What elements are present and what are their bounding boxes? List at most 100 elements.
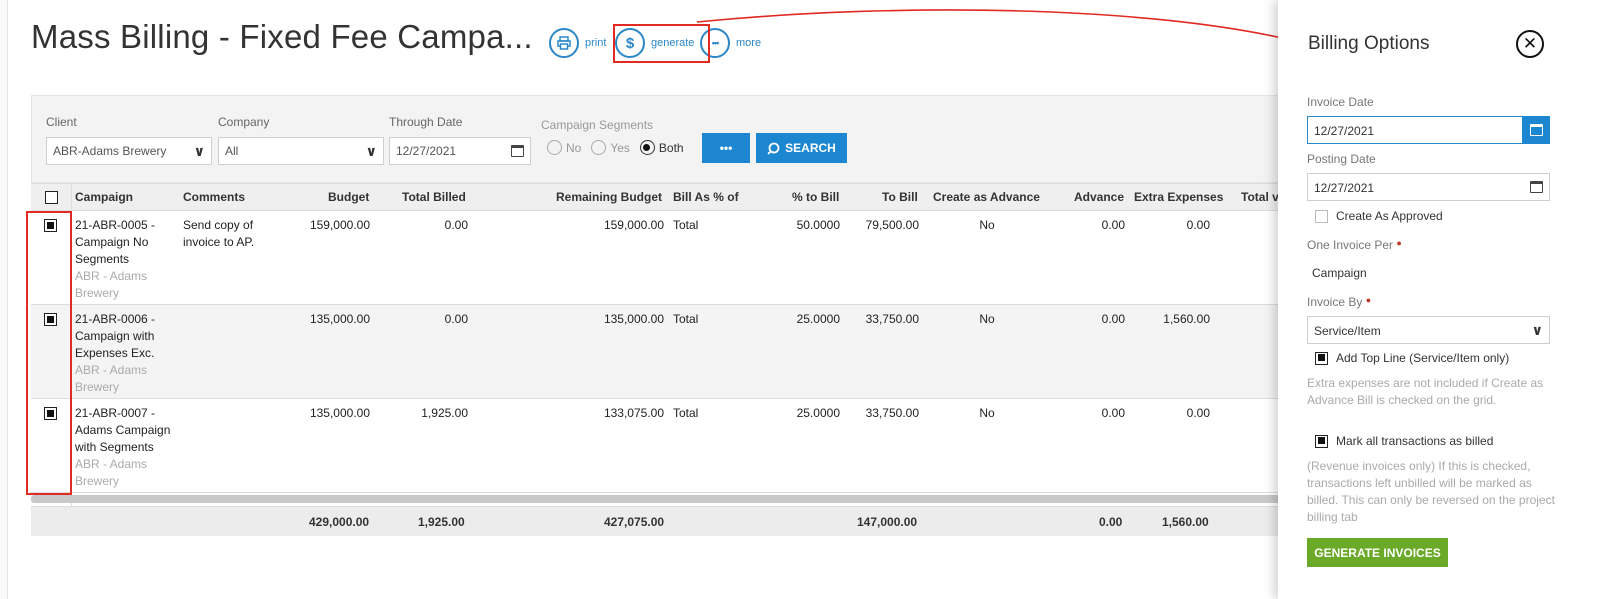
more-label: more <box>736 37 762 49</box>
pct-to-bill-cell[interactable]: 25.0000 <box>771 405 840 422</box>
print-label: print <box>585 37 607 49</box>
through-date-input[interactable]: 12/27/2021 <box>389 137 531 165</box>
posting-date-input[interactable]: 12/27/2021 <box>1307 173 1550 201</box>
pct-to-bill-cell[interactable]: 50.0000 <box>771 217 840 234</box>
mark-billed-label: Mark all transactions as billed <box>1336 434 1494 448</box>
col-extra-expenses[interactable]: Extra Expenses <box>1134 190 1223 204</box>
add-top-line-label: Add Top Line (Service/Item only) <box>1336 351 1510 365</box>
create-as-approved-checkbox[interactable] <box>1315 209 1328 223</box>
radio-label: Both <box>658 140 684 155</box>
col-remaining-budget[interactable]: Remaining Budget <box>556 190 662 204</box>
horizontal-scrollbar[interactable] <box>31 495 1301 503</box>
extra-expenses-cell: 1,560.00 <box>1163 312 1210 326</box>
client-label: Client <box>46 115 77 129</box>
company-select[interactable]: All ∨ <box>218 137 384 165</box>
budget-cell: 159,000.00 <box>309 218 370 232</box>
billing-grid: Campaign Comments Budget Total Billed Re… <box>31 183 1301 536</box>
col-total[interactable]: Total v <box>1241 190 1279 204</box>
posting-date-label: Posting Date <box>1307 152 1376 166</box>
bill-as-cell[interactable]: Total <box>673 311 698 328</box>
create-as-advance-cell[interactable]: No <box>933 405 1041 422</box>
bill-as-cell[interactable]: Total <box>673 217 698 234</box>
billing-options-drawer: Billing Options ✕ Invoice Date 12/27/202… <box>1278 0 1600 599</box>
invoice-date-value: 12/27/2021 <box>1314 124 1375 138</box>
to-bill-cell[interactable]: 33,750.00 <box>841 405 919 422</box>
calendar-icon[interactable] <box>511 145 524 157</box>
client-select[interactable]: ABR-Adams Brewery ∨ <box>46 137 212 165</box>
required-marker: ● <box>1365 295 1372 305</box>
print-action[interactable]: print <box>549 28 606 58</box>
total-remaining-budget: 427,075.00 <box>604 515 665 529</box>
col-total-billed[interactable]: Total Billed <box>402 190 466 204</box>
table-row[interactable]: 21-ABR-0005 - Campaign No Segments ABR - … <box>31 211 1301 305</box>
col-comments[interactable]: Comments <box>183 190 245 204</box>
radio-icon <box>591 140 607 155</box>
through-date-label: Through Date <box>389 115 463 129</box>
radio-label: No <box>566 140 582 155</box>
to-bill-cell[interactable]: 79,500.00 <box>841 217 919 234</box>
add-top-line-row[interactable]: Add Top Line (Service/Item only) <box>1315 351 1509 365</box>
mark-billed-checkbox[interactable] <box>1315 434 1328 448</box>
more-filters-button[interactable]: ••• <box>702 133 750 163</box>
radio-label: Yes <box>610 140 630 155</box>
create-as-advance-cell[interactable]: No <box>933 217 1041 234</box>
extra-expenses-cell: 0.00 <box>1186 406 1210 420</box>
total-to-bill: 147,000.00 <box>857 515 918 529</box>
budget-cell: 135,000.00 <box>309 406 370 420</box>
create-as-advance-cell[interactable]: No <box>933 311 1041 328</box>
col-create-as-advance[interactable]: Create as Advance <box>933 190 1040 204</box>
search-button[interactable]: SEARCH <box>756 133 847 163</box>
add-top-line-checkbox[interactable] <box>1315 351 1328 365</box>
invoice-by-select[interactable]: Service/Item ∨ <box>1307 316 1550 344</box>
comments-cell: Send copy of invoice to AP. <box>183 218 255 249</box>
col-pct-to-bill[interactable]: % to Bill <box>792 190 839 204</box>
total-extra-expenses: 1,560.00 <box>1162 515 1209 529</box>
close-icon[interactable]: ✕ <box>1516 30 1544 58</box>
posting-date-value: 12/27/2021 <box>1314 181 1375 195</box>
segments-radio-group: No Yes Both <box>547 140 684 155</box>
col-to-bill[interactable]: To Bill <box>882 190 918 204</box>
segment-radio-no[interactable]: No <box>547 140 581 155</box>
drawer-title: Billing Options <box>1308 33 1430 54</box>
radio-icon <box>639 140 655 155</box>
advance-cell: 0.00 <box>1101 312 1125 326</box>
chevron-down-icon: ∨ <box>1531 322 1543 338</box>
total-budget: 429,000.00 <box>309 515 370 529</box>
col-campaign[interactable]: Campaign <box>75 190 133 204</box>
segment-radio-yes[interactable]: Yes <box>591 140 630 155</box>
client-value: ABR-Adams Brewery <box>53 144 167 158</box>
search-icon <box>767 142 780 155</box>
create-as-approved-row[interactable]: Create As Approved <box>1315 209 1443 223</box>
segment-radio-both[interactable]: Both <box>639 140 684 155</box>
advance-cell: 0.00 <box>1101 406 1125 420</box>
total-billed-cell: 1,925.00 <box>421 406 468 420</box>
pct-to-bill-cell[interactable]: 25.0000 <box>771 311 840 328</box>
calendar-icon[interactable] <box>1530 181 1543 193</box>
to-bill-cell[interactable]: 33,750.00 <box>841 311 919 328</box>
generate-invoices-button[interactable]: GENERATE INVOICES <box>1307 538 1448 567</box>
bill-as-cell[interactable]: Total <box>673 405 698 422</box>
col-budget[interactable]: Budget <box>328 190 369 204</box>
campaign-cell: 21-ABR-0007 - Adams Campaign with Segmen… <box>75 406 171 488</box>
select-all-checkbox[interactable] <box>45 191 58 204</box>
total-total-billed: 1,925.00 <box>418 515 465 529</box>
total-billed-cell: 0.00 <box>444 312 468 326</box>
page-title: Mass Billing - Fixed Fee Campa... <box>31 18 533 55</box>
required-marker: ● <box>1396 238 1402 248</box>
radio-icon <box>547 140 562 155</box>
grid-header: Campaign Comments Budget Total Billed Re… <box>31 183 1301 211</box>
calendar-button[interactable] <box>1522 116 1550 144</box>
col-bill-as[interactable]: Bill As % of <box>673 190 739 204</box>
budget-cell: 135,000.00 <box>309 312 370 326</box>
invoice-date-label: Invoice Date <box>1307 95 1374 109</box>
table-row[interactable]: 21-ABR-0006 - Campaign with Expenses Exc… <box>31 305 1301 399</box>
col-advance[interactable]: Advance <box>1074 190 1124 204</box>
extra-expenses-note: Extra expenses are not included if Creat… <box>1307 376 1544 407</box>
table-row[interactable]: 21-ABR-0007 - Adams Campaign with Segmen… <box>31 399 1301 493</box>
advance-cell: 0.00 <box>1101 218 1125 232</box>
remaining-budget-cell: 133,075.00 <box>603 406 664 420</box>
mark-billed-note: (Revenue invoices only) If this is check… <box>1307 459 1555 524</box>
mark-billed-row[interactable]: Mark all transactions as billed <box>1315 434 1493 448</box>
campaign-segments-label: Campaign Segments <box>541 118 654 132</box>
invoice-date-input[interactable]: 12/27/2021 <box>1307 116 1550 144</box>
